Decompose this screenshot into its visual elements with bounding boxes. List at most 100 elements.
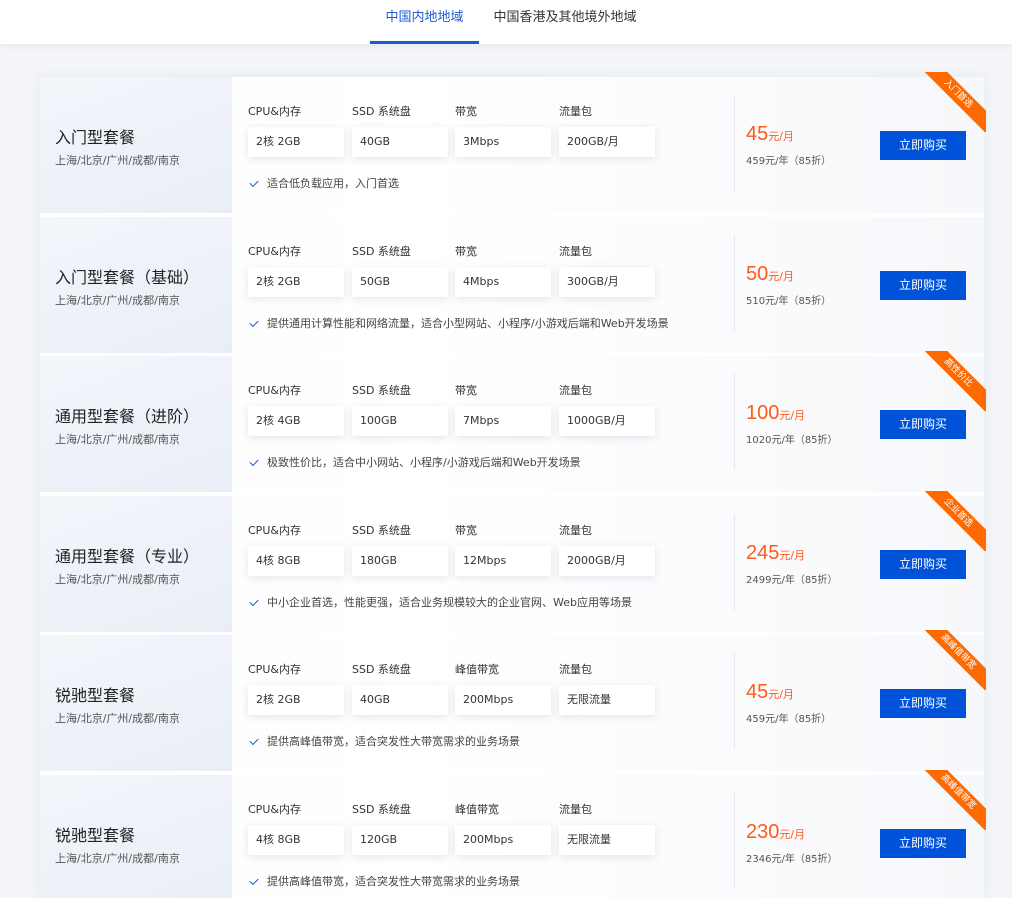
plan-regions: 上海/北京/广州/成都/南京 [55,712,180,725]
spec-value-ssd-disk: 40GB [352,685,448,715]
annual-price: 1020元/年（85折） [746,435,838,446]
plan-title-panel: 锐驰型套餐 上海/北京/广州/成都/南京 [40,774,232,898]
check-icon [249,596,259,606]
plan-description-text: 极致性价比，适合中小网站、小程序/小游戏后端和Web开发场景 [267,456,581,469]
price-amount: 230 [746,820,780,843]
spec-label-cpu-memory: CPU&内存 [248,244,301,258]
spec-label-bandwidth: 峰值带宽 [455,663,499,676]
plan-price: 100元/月 [746,402,805,425]
spec-label-ssd-disk: SSD 系统盘 [352,105,411,118]
plan-title-panel: 通用型套餐（进阶） 上海/北京/广州/成都/南京 [40,356,232,492]
plan-name: 入门型套餐（基础） [55,267,200,287]
plan-card: 锐驰型套餐 上海/北京/广州/成都/南京 CPU&内存 4核 8GB SSD 系统盘 12… [40,769,986,898]
ribbon-badge: 高峰值带宽 [924,630,986,690]
spec-label-traffic: 流量包 [559,663,592,676]
plan-regions: 上海/北京/广州/成都/南京 [55,572,180,586]
spec-label-bandwidth: 峰值带宽 [455,802,499,816]
spec-label-traffic: 流量包 [559,244,592,258]
annual-price: 459元/年（85折） [746,714,832,725]
plan-description-text: 提供通用计算性能和网络流量，适合小型网站、小程序/小游戏后端和Web开发场景 [267,316,669,330]
spec-label-traffic: 流量包 [559,802,592,816]
check-icon [249,456,259,467]
spec-value-bandwidth: 7Mbps [455,406,551,436]
plan-description-text: 提供高峰值带宽，适合突发性大带宽需求的业务场景 [267,874,520,888]
annual-price: 510元/年（85折） [746,295,832,307]
spec-value-cpu-memory: 4核 8GB [248,824,344,855]
plan-description-text: 中小企业首选，性能更强，适合业务规模较大的企业官网、Web应用等场景 [267,595,632,609]
spec-value-traffic: 200GB/月 [559,127,655,157]
plan-regions: 上海/北京/广州/成都/南京 [55,293,180,307]
price-amount: 100 [746,402,780,424]
plan-card: 入门型套餐 上海/北京/广州/成都/南京 CPU&内存 2核 2GB SSD 系统盘 40… [40,72,986,213]
spec-value-ssd-disk: 120GB [352,824,448,855]
price-amount: 50 [746,262,769,285]
spec-label-ssd-disk: SSD 系统盘 [352,802,411,816]
plan-price: 50元/月 [746,263,794,286]
spec-label-ssd-disk: SSD 系统盘 [352,244,411,258]
annual-price: 2499元/年（85折） [746,574,838,586]
price-unit: 元/月 [779,409,806,422]
ribbon-badge: 入门首选 [924,72,986,132]
plan-name: 入门型套餐 [55,128,136,147]
buy-now-button[interactable]: 立即购买 [880,689,966,718]
spec-value-traffic: 无限流量 [559,824,655,855]
check-icon [249,177,259,188]
ribbon-label: 高性价比 [924,351,986,411]
spec-value-cpu-memory: 4核 8GB [248,545,344,576]
ribbon-badge: 企业首选 [924,490,986,551]
spec-label-cpu-memory: CPU&内存 [248,802,301,816]
spec-label-cpu-memory: CPU&内存 [248,523,301,537]
spec-value-traffic: 1000GB/月 [559,406,655,436]
spec-label-cpu-memory: CPU&内存 [248,384,301,397]
spec-label-cpu-memory: CPU&内存 [248,105,301,118]
price-amount: 45 [746,123,769,145]
ribbon-badge: 高性价比 [924,351,986,411]
spec-label-ssd-disk: SSD 系统盘 [352,663,411,676]
spec-label-bandwidth: 带宽 [455,523,477,537]
buy-now-button[interactable]: 立即购买 [880,410,966,439]
spec-value-bandwidth: 200Mbps [455,824,551,855]
divider [734,374,735,470]
buy-now-button[interactable]: 立即购买 [880,270,966,300]
plan-regions: 上海/北京/广州/成都/南京 [55,851,180,865]
divider [734,653,735,749]
plan-card: 锐驰型套餐 上海/北京/广州/成都/南京 CPU&内存 2核 2GB SSD 系统盘 40… [40,630,986,771]
spec-value-bandwidth: 12Mbps [455,545,551,576]
buy-now-button[interactable]: 立即购买 [880,828,966,858]
spec-value-ssd-disk: 50GB [352,266,448,297]
spec-value-traffic: 300GB/月 [559,266,655,297]
tab-mainland-regions[interactable]: 中国内地地域 [370,0,479,44]
ribbon-label: 企业首选 [924,490,986,551]
spec-label-traffic: 流量包 [559,384,592,397]
spec-value-cpu-memory: 2核 2GB [248,685,344,715]
spec-label-bandwidth: 带宽 [455,105,477,118]
plan-title-panel: 入门型套餐 上海/北京/广州/成都/南京 [40,77,232,213]
ribbon-label: 高峰值带宽 [924,630,986,690]
spec-value-bandwidth: 200Mbps [455,685,551,715]
price-unit: 元/月 [768,688,794,701]
plan-regions: 上海/北京/广州/成都/南京 [55,433,180,446]
plan-description: 适合低负载应用，入门首选 [249,175,399,191]
spec-value-bandwidth: 4Mbps [455,266,551,297]
ribbon-label: 入门首选 [924,72,986,132]
price-amount: 245 [746,541,780,564]
plan-price: 230元/月 [746,821,805,844]
region-tabs: 中国内地地域 中国香港及其他境外地域 [0,0,1012,44]
plan-list: 入门型套餐 上海/北京/广州/成都/南京 CPU&内存 2核 2GB SSD 系统盘 40… [40,72,986,898]
buy-now-button[interactable]: 立即购买 [880,549,966,579]
price-unit: 元/月 [779,827,806,841]
spec-value-cpu-memory: 2核 4GB [248,406,344,436]
plan-price: 45元/月 [746,123,794,146]
plan-description: 极致性价比，适合中小网站、小程序/小游戏后端和Web开发场景 [249,454,581,470]
annual-price: 2346元/年（85折） [746,853,838,865]
spec-value-cpu-memory: 2核 2GB [248,266,344,297]
spec-value-ssd-disk: 40GB [352,127,448,157]
buy-now-button[interactable]: 立即购买 [880,131,966,160]
plan-title-panel: 锐驰型套餐 上海/北京/广州/成都/南京 [40,635,232,771]
spec-value-ssd-disk: 100GB [352,406,448,436]
tab-overseas-regions[interactable]: 中国香港及其他境外地域 [486,0,644,44]
price-unit: 元/月 [779,548,806,562]
plan-description: 提供高峰值带宽，适合突发性大带宽需求的业务场景 [249,873,520,889]
check-icon [249,875,259,885]
ribbon-badge: 高峰值带宽 [924,769,986,830]
